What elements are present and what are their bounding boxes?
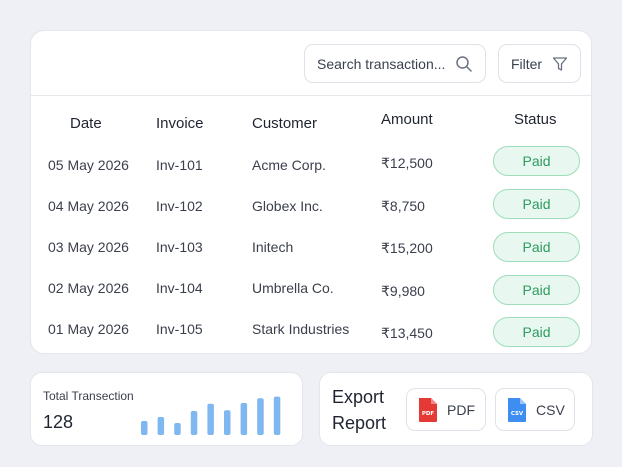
export-report-card: Export Report PDF PDF CSV CSV bbox=[319, 372, 593, 446]
toolbar: Filter bbox=[31, 31, 591, 96]
cell-date: 04 May 2026 bbox=[48, 198, 129, 214]
mini-bar-chart bbox=[141, 396, 281, 435]
cell-customer: Initech bbox=[252, 239, 294, 255]
export-title: Export Report bbox=[332, 387, 387, 433]
cell-amount: ₹12,500 bbox=[381, 155, 433, 171]
table-row[interactable]: 01 May 2026 Inv-105 Stark Industries ₹13… bbox=[31, 312, 591, 353]
filter-button[interactable]: Filter bbox=[498, 44, 581, 83]
svg-text:PDF: PDF bbox=[422, 411, 435, 417]
status-badge: Paid bbox=[493, 146, 580, 176]
cell-invoice: Inv-101 bbox=[156, 157, 203, 173]
export-csv-button[interactable]: CSV CSV bbox=[495, 388, 575, 431]
header-status[interactable]: Status bbox=[514, 111, 557, 128]
transactions-card: Filter Date Invoice Customer Amount Stat… bbox=[30, 30, 592, 354]
pdf-file-icon: PDF bbox=[419, 397, 437, 422]
cell-amount: ₹15,200 bbox=[381, 240, 433, 256]
mini-chart-bar bbox=[207, 403, 214, 435]
cell-invoice: Inv-103 bbox=[156, 239, 203, 255]
cell-date: 01 May 2026 bbox=[48, 321, 129, 337]
mini-chart-bar bbox=[157, 417, 165, 435]
stat-label: Total Transection bbox=[43, 389, 134, 403]
header-amount[interactable]: Amount bbox=[381, 111, 433, 128]
total-transaction-card: Total Transection 128 bbox=[30, 372, 303, 446]
header-invoice[interactable]: Invoice bbox=[156, 115, 204, 132]
export-pdf-button[interactable]: PDF PDF bbox=[406, 388, 486, 431]
mini-chart-bar bbox=[141, 421, 148, 435]
cell-date: 03 May 2026 bbox=[48, 239, 129, 255]
status-badge: Paid bbox=[493, 275, 580, 305]
cell-date: 02 May 2026 bbox=[48, 280, 129, 296]
cell-customer: Stark Industries bbox=[252, 321, 350, 337]
filter-label: Filter bbox=[510, 55, 543, 72]
status-badge: Paid bbox=[493, 189, 580, 219]
cell-amount: ₹8,750 bbox=[381, 198, 425, 214]
header-customer[interactable]: Customer bbox=[252, 115, 317, 132]
mini-chart-bar bbox=[174, 423, 181, 435]
cell-invoice: Inv-105 bbox=[156, 321, 203, 337]
cell-amount: ₹9,980 bbox=[381, 283, 425, 299]
cell-customer: Acme Corp. bbox=[252, 157, 326, 173]
mini-chart-bar bbox=[224, 410, 231, 435]
cell-invoice: Inv-104 bbox=[156, 280, 203, 296]
cell-date: 05 May 2026 bbox=[48, 157, 129, 173]
table-row[interactable]: 02 May 2026 Inv-104 Umbrella Co. ₹9,980 … bbox=[31, 271, 591, 312]
cell-customer: Globex Inc. bbox=[252, 198, 323, 214]
cell-customer: Umbrella Co. bbox=[252, 280, 334, 296]
table-row[interactable]: 03 May 2026 Inv-103 Initech ₹15,200 Paid bbox=[31, 230, 591, 271]
csv-label: CSV bbox=[536, 401, 565, 418]
mini-chart-bar bbox=[190, 411, 198, 435]
status-badge: Paid bbox=[493, 317, 580, 347]
table-row[interactable]: 04 May 2026 Inv-102 Globex Inc. ₹8,750 P… bbox=[31, 189, 591, 230]
header-date[interactable]: Date bbox=[70, 115, 102, 132]
mini-chart-bar bbox=[273, 396, 281, 435]
status-badge: Paid bbox=[493, 232, 580, 262]
csv-file-icon: CSV bbox=[508, 397, 526, 422]
mini-chart-bar bbox=[240, 403, 248, 435]
search-box[interactable] bbox=[304, 44, 486, 83]
search-input[interactable] bbox=[317, 55, 449, 72]
mini-chart-bar bbox=[257, 398, 264, 435]
pdf-label: PDF bbox=[447, 401, 475, 418]
search-icon[interactable] bbox=[455, 55, 473, 73]
svg-text:CSV: CSV bbox=[511, 411, 524, 417]
stat-value: 128 bbox=[43, 412, 74, 432]
table-row[interactable]: 05 May 2026 Inv-101 Acme Corp. ₹12,500 P… bbox=[31, 146, 591, 189]
cell-amount: ₹13,450 bbox=[381, 325, 433, 341]
filter-icon bbox=[552, 56, 568, 71]
cell-invoice: Inv-102 bbox=[156, 198, 203, 214]
